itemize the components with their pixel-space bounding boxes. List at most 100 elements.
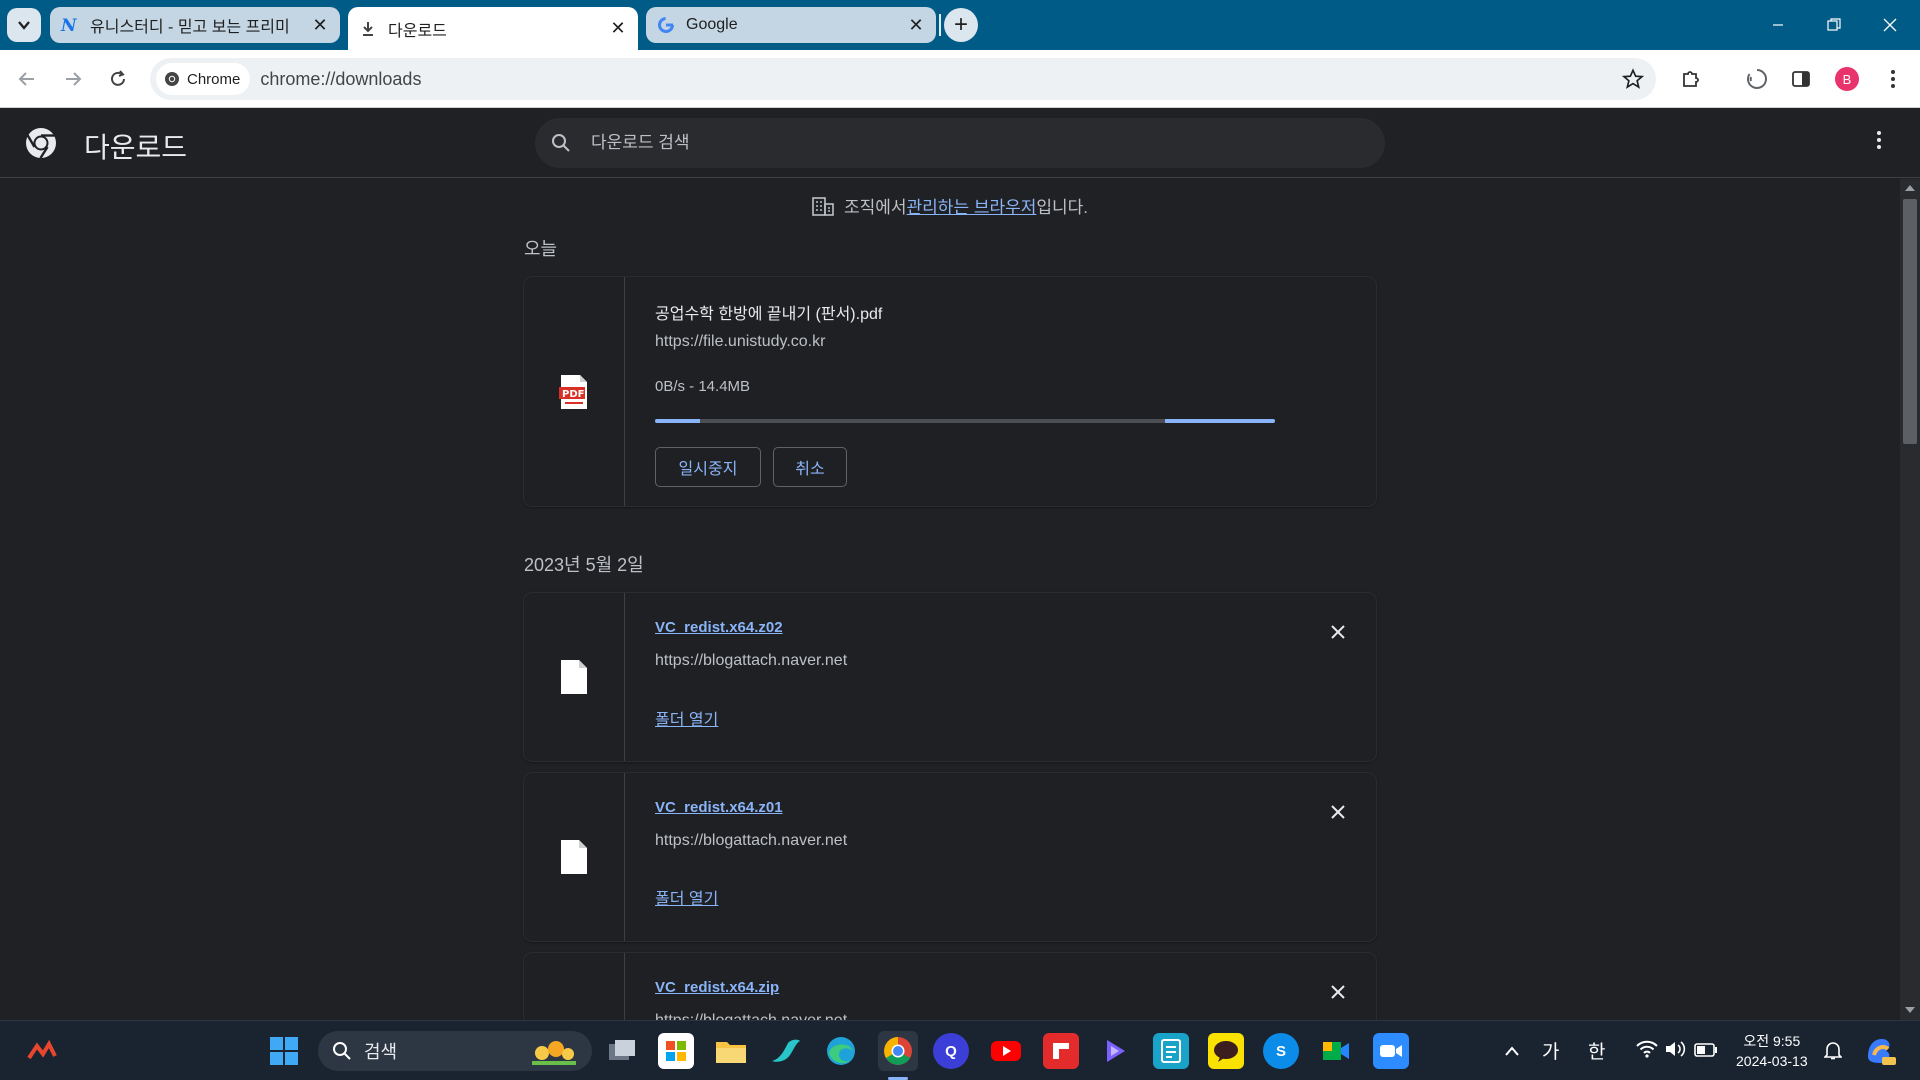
remove-item-button[interactable] [1326, 980, 1350, 1004]
tab-search-button[interactable] [7, 8, 41, 42]
volume-icon[interactable] [1664, 1040, 1686, 1064]
windows-taskbar: 검색 Q S 가 한 오전 9:55 2024-03-13 [0, 1020, 1920, 1080]
remove-item-button[interactable] [1326, 800, 1350, 824]
search-input[interactable] [591, 133, 1291, 153]
tab-title: 유니스터디 - 믿고 보는 프리미 [90, 19, 290, 36]
date-header: 오늘 [524, 239, 558, 259]
file-icon [561, 840, 587, 874]
tab-downloads[interactable]: 다운로드 ✕ [348, 7, 638, 50]
side-panel-button[interactable] [1786, 64, 1816, 94]
reload-button[interactable] [103, 64, 133, 94]
tab-unistudy[interactable]: N 유니스터디 - 믿고 보는 프리미 ✕ [50, 7, 340, 43]
close-window-button[interactable] [1870, 10, 1910, 40]
file-name-link[interactable]: VC_redist.x64.z02 [655, 619, 783, 636]
back-button[interactable] [12, 64, 42, 94]
clock-date: 2024-03-13 [1736, 1053, 1808, 1069]
battery-icon[interactable] [1694, 1041, 1718, 1063]
zoom-icon[interactable] [1373, 1033, 1409, 1069]
meet-app-icon[interactable] [1318, 1033, 1354, 1069]
file-icon-column [524, 773, 625, 941]
svg-text:PDF: PDF [562, 389, 584, 400]
chrome-icon [165, 72, 179, 86]
plus-icon: + [953, 11, 968, 38]
url-text[interactable]: chrome://downloads [260, 69, 421, 90]
file-name: 공업수학 한방에 끝내기 (판서).pdf [655, 306, 883, 323]
chrome-taskbar-icon[interactable] [878, 1031, 918, 1071]
open-folder-link[interactable]: 폴더 열기 [655, 885, 718, 909]
taskbar-search-label: 검색 [364, 1042, 398, 1062]
arrow-left-icon [18, 72, 34, 86]
widgets-app-icon[interactable] [24, 1033, 60, 1069]
edge-browser-icon[interactable] [823, 1033, 859, 1069]
bookmark-star-icon[interactable] [1621, 68, 1645, 95]
extensions-button[interactable] [1676, 64, 1706, 94]
scroll-down-arrow-icon[interactable] [1905, 1007, 1915, 1013]
copilot-icon[interactable] [1098, 1033, 1134, 1069]
more-actions-icon[interactable] [1876, 130, 1882, 155]
ime-mode-indicator[interactable]: 한 [1588, 1037, 1605, 1064]
ime-language-indicator[interactable]: 가 [1542, 1037, 1559, 1064]
managed-browser-link[interactable]: 관리하는 브라우저 [907, 193, 1037, 218]
download-status: 0B/s - 14.4MB [655, 378, 751, 395]
scrollbar[interactable] [1900, 179, 1920, 1020]
minimize-button[interactable] [1758, 10, 1798, 40]
tab-strip: N 유니스터디 - 믿고 보는 프리미 ✕ 다운로드 ✕ Google ✕ + [0, 0, 1920, 50]
close-tab-icon[interactable]: ✕ [310, 15, 330, 35]
downloads-search-box[interactable] [535, 118, 1385, 168]
chevron-down-icon [18, 21, 30, 30]
flipboard-icon[interactable] [1043, 1033, 1079, 1069]
notes-app-icon[interactable] [1153, 1033, 1189, 1069]
task-view-icon[interactable] [604, 1033, 640, 1069]
microsoft-store-icon[interactable] [658, 1033, 694, 1069]
chrome-page-chip[interactable]: Chrome [156, 63, 251, 95]
clock-time: 오전 9:55 [1743, 1033, 1801, 1049]
notification-bell-icon[interactable] [1823, 1040, 1843, 1066]
file-source-url: https://blogattach.naver.net [655, 652, 848, 669]
close-tab-icon[interactable]: ✕ [906, 15, 926, 35]
browser-menu-button[interactable] [1878, 64, 1908, 94]
file-explorer-icon[interactable] [713, 1033, 749, 1069]
bird-app-icon[interactable] [768, 1033, 804, 1069]
taskbar-search-box[interactable]: 검색 [318, 1031, 592, 1071]
progress-indeterminate-segment [655, 419, 700, 423]
file-source-url: https://file.unistudy.co.kr [655, 333, 826, 350]
arrow-right-icon [66, 72, 82, 86]
remove-item-button[interactable] [1326, 620, 1350, 644]
restore-button[interactable] [1814, 10, 1854, 40]
close-tab-icon[interactable]: ✕ [608, 18, 628, 39]
kakaotalk-icon[interactable] [1208, 1033, 1244, 1069]
wifi-icon[interactable] [1636, 1040, 1658, 1064]
pause-button[interactable]: 일시중지 [655, 447, 761, 487]
tab-title: 다운로드 [388, 22, 447, 40]
tab-title: Google [686, 16, 738, 33]
cancel-button[interactable]: 취소 [773, 447, 847, 487]
loading-extension-button[interactable] [1742, 64, 1772, 94]
file-icon-column [524, 593, 625, 761]
scrollbar-thumb[interactable] [1903, 199, 1917, 444]
open-folder-link[interactable]: 폴더 열기 [655, 706, 718, 730]
file-name-link[interactable]: VC_redist.x64.zip [655, 979, 779, 996]
youtube-icon[interactable] [988, 1033, 1024, 1069]
download-item: VC_redist.x64.z02 https://blogattach.nav… [524, 593, 1376, 761]
tab-separator [939, 14, 941, 36]
close-icon [1883, 18, 1897, 32]
forward-button[interactable] [58, 64, 88, 94]
copilot-pre-icon[interactable] [1862, 1033, 1898, 1069]
scroll-up-arrow-icon[interactable] [1905, 185, 1915, 191]
google-favicon-icon [656, 15, 676, 35]
download-item: VC_redist.x64.zip https://blogattach.nav… [524, 953, 1376, 1020]
avatar: B [1835, 67, 1859, 91]
building-icon [812, 196, 834, 216]
start-button[interactable] [266, 1033, 302, 1069]
file-name-link[interactable]: VC_redist.x64.z01 [655, 799, 783, 816]
skype-icon[interactable]: S [1263, 1033, 1299, 1069]
show-hidden-icons-button[interactable] [1504, 1041, 1520, 1063]
profile-button[interactable]: B [1832, 64, 1862, 94]
new-tab-button[interactable]: + [944, 8, 978, 42]
search-app-icon[interactable]: Q [933, 1033, 969, 1069]
system-clock[interactable]: 오전 9:55 2024-03-13 [1736, 1031, 1808, 1071]
file-icon-column: PDF [524, 277, 625, 506]
tab-google[interactable]: Google ✕ [646, 7, 936, 43]
progress-indeterminate-segment [1165, 419, 1275, 423]
omnibox[interactable]: Chrome chrome://downloads [150, 58, 1656, 100]
